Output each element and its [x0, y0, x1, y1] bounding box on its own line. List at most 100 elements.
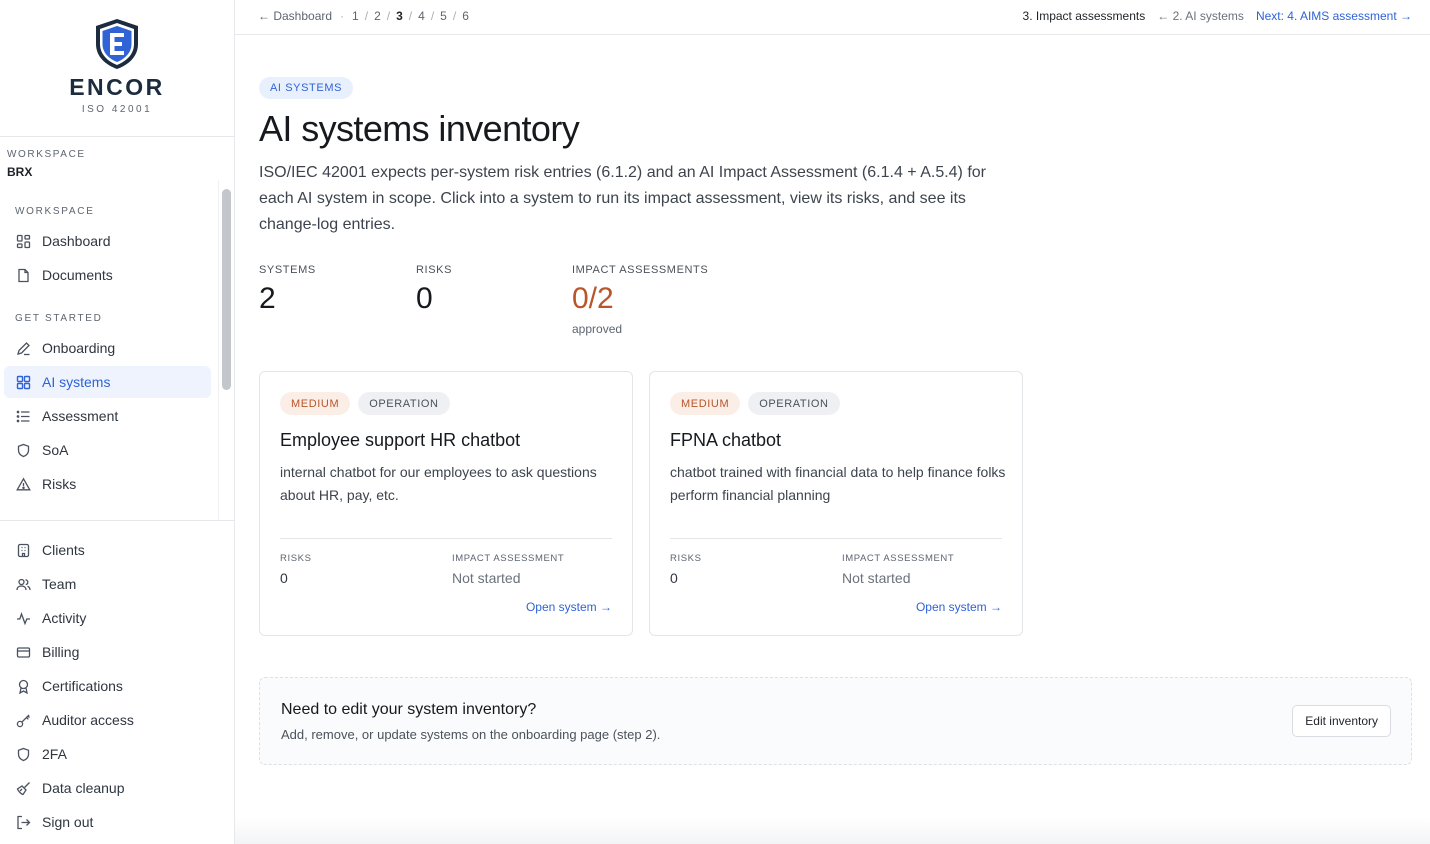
system-card[interactable]: MEDIUM OPERATION FPNA chatbot chatbot tr… — [649, 371, 1023, 636]
sidebar-item-soa[interactable]: SoA — [4, 434, 211, 466]
bottom-fade — [235, 818, 1430, 844]
step-breadcrumb: ← Dashboard · 1 / 2 / 3 / 4 / 5 / 6 — [258, 9, 469, 23]
edit-inventory-button[interactable]: Edit inventory — [1292, 705, 1391, 737]
sidebar-item-label: Activity — [42, 610, 87, 626]
stat-sublabel: approved — [572, 322, 623, 336]
step-link-5[interactable]: 5 — [440, 9, 447, 23]
step-link-3[interactable]: 3 — [396, 9, 403, 23]
sidebar-item-data-cleanup[interactable]: Data cleanup — [4, 772, 211, 804]
open-system-link[interactable]: Open system → — [526, 600, 612, 614]
sidebar-item-2fa[interactable]: 2FA — [4, 738, 211, 770]
sidebar-item-onboarding[interactable]: Onboarding — [4, 332, 211, 364]
building-icon — [16, 543, 31, 558]
step-separator: / — [386, 9, 391, 23]
sidebar: ENCOR ISO 42001 WORKSPACE BRX WORKSPACE … — [0, 0, 235, 844]
users-icon — [16, 577, 31, 592]
step-link-2[interactable]: 2 — [374, 9, 381, 23]
stat-value: 0/2 — [572, 282, 614, 315]
dashboard-grid-icon — [16, 234, 31, 249]
step-separator: / — [430, 9, 435, 23]
sidebar-item-label: Dashboard — [42, 233, 111, 249]
stat-label: IMPACT ASSESSMENTS — [572, 264, 709, 276]
sidebar-item-label: Clients — [42, 542, 85, 558]
stat-value: 2 — [259, 282, 276, 315]
page-description: ISO/IEC 42001 expects per-system risk en… — [259, 164, 986, 233]
brand-name: ENCOR — [69, 74, 165, 100]
open-system-link[interactable]: Open system → — [916, 600, 1002, 614]
award-icon — [16, 679, 31, 694]
shield-icon — [16, 443, 31, 458]
step-separator: / — [408, 9, 413, 23]
callout-title: Need to edit your system inventory? — [281, 701, 537, 718]
sidebar-item-team[interactable]: Team — [4, 568, 211, 600]
system-tags: MEDIUM OPERATION — [280, 392, 450, 415]
stat-systems: SYSTEMS 2 — [259, 264, 316, 316]
step-link-6[interactable]: 6 — [462, 9, 469, 23]
system-tags: MEDIUM OPERATION — [670, 392, 840, 415]
sidebar-item-certifications[interactable]: Certifications — [4, 670, 211, 702]
risks-label: RISKS — [280, 553, 312, 564]
risks-value: 0 — [670, 570, 678, 586]
workspace-label: WORKSPACE — [7, 149, 86, 160]
sidebar-item-label: Certifications — [42, 678, 123, 694]
workspace-selector[interactable]: WORKSPACE BRX — [7, 149, 86, 179]
sidebar-item-label: 2FA — [42, 746, 67, 762]
impact-assessment-status: Not started — [842, 570, 911, 586]
section-label-get-started: GET STARTED — [15, 313, 103, 324]
brand-logo[interactable]: ENCOR ISO 42001 — [0, 0, 234, 137]
sidebar-item-assessment[interactable]: Assessment — [4, 400, 211, 432]
warning-icon — [16, 476, 31, 492]
step-navigation: 3. Impact assessments ← 2. AI systems Ne… — [1023, 9, 1412, 23]
impact-assessment-status: Not started — [452, 570, 521, 586]
sidebar-item-risks[interactable]: Risks — [4, 468, 211, 500]
step-separator: / — [452, 9, 457, 23]
sidebar-item-ai-systems[interactable]: AI systems — [4, 366, 211, 398]
callout-description: Add, remove, or update systems on the on… — [281, 727, 661, 742]
list-icon — [16, 409, 31, 424]
step-link-1[interactable]: 1 — [352, 9, 359, 23]
back-to-dashboard-link[interactable]: ← Dashboard — [258, 9, 332, 23]
sidebar-item-label: Data cleanup — [42, 780, 125, 796]
sidebar-item-sign-out[interactable]: Sign out — [4, 806, 211, 838]
sidebar-item-label: AI systems — [42, 374, 111, 390]
stat-label: RISKS — [416, 264, 453, 276]
system-card[interactable]: MEDIUM OPERATION Employee support HR cha… — [259, 371, 633, 636]
document-icon — [16, 268, 31, 283]
stat-label: SYSTEMS — [259, 264, 316, 276]
sidebar-item-label: Assessment — [42, 408, 119, 424]
section-badge: AI SYSTEMS — [259, 77, 354, 99]
sidebar-item-documents[interactable]: Documents — [4, 259, 211, 291]
step-separator: / — [364, 9, 369, 23]
sidebar-divider — [0, 520, 234, 521]
card-divider — [280, 538, 612, 539]
edit-inventory-callout: Need to edit your system inventory? Add,… — [259, 677, 1412, 765]
sidebar-item-label: Auditor access — [42, 712, 134, 728]
brand-subtitle: ISO 42001 — [81, 104, 153, 115]
sidebar-scrollbar[interactable] — [222, 189, 231, 390]
card-divider — [670, 538, 1002, 539]
breadcrumb-dot: · — [340, 9, 345, 23]
sidebar-item-label: Documents — [42, 267, 113, 283]
top-bar: ← Dashboard · 1 / 2 / 3 / 4 / 5 / 6 3. I… — [235, 0, 1430, 35]
sidebar-item-activity[interactable]: Activity — [4, 602, 211, 634]
step-link-4[interactable]: 4 — [418, 9, 425, 23]
sidebar-item-auditor-access[interactable]: Auditor access — [4, 704, 211, 736]
page-title: AI systems inventory — [259, 108, 580, 149]
sidebar-item-label: Onboarding — [42, 340, 116, 356]
next-step-link[interactable]: Next: 4. AIMS assessment → — [1256, 9, 1412, 23]
sidebar-item-billing[interactable]: Billing — [4, 636, 211, 668]
previous-step-link[interactable]: ← 2. AI systems — [1157, 9, 1244, 23]
key-icon — [16, 713, 31, 728]
impact-assessment-label: IMPACT ASSESSMENT — [452, 553, 565, 564]
sidebar-item-dashboard[interactable]: Dashboard — [4, 225, 211, 257]
sidebar-item-label: Billing — [42, 644, 80, 660]
system-description: chatbot trained with financial data to h… — [670, 464, 1006, 503]
sidebar-item-label: SoA — [42, 442, 69, 458]
lifecycle-badge: OPERATION — [358, 392, 450, 415]
activity-icon — [16, 611, 31, 626]
credit-card-icon — [16, 645, 31, 660]
risk-level-badge: MEDIUM — [280, 392, 351, 415]
impact-assessment-label: IMPACT ASSESSMENT — [842, 553, 955, 564]
stat-value: 0 — [416, 282, 433, 315]
sidebar-item-clients[interactable]: Clients — [4, 534, 211, 566]
